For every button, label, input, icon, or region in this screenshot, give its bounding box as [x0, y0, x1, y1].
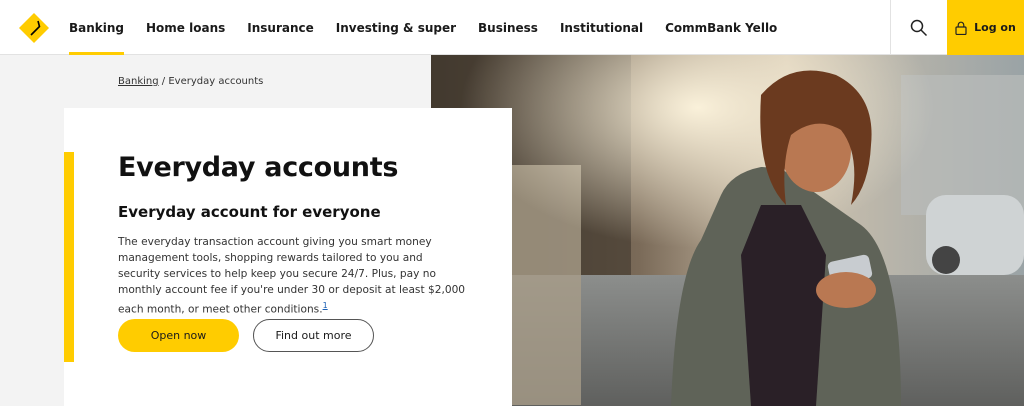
- open-now-button[interactable]: Open now: [118, 319, 239, 352]
- hero-description-text: The everyday transaction account giving …: [118, 236, 466, 316]
- nav-item-commbank-yello[interactable]: CommBank Yello: [654, 0, 788, 55]
- log-on-label: Log on: [974, 21, 1016, 34]
- accent-bar: [64, 152, 74, 362]
- nav-item-investing-super[interactable]: Investing & super: [325, 0, 467, 55]
- hero-card: Everyday accounts Everyday account for e…: [64, 108, 512, 406]
- site-header: Banking Home loans Insurance Investing &…: [0, 0, 1024, 55]
- nav-item-institutional[interactable]: Institutional: [549, 0, 654, 55]
- breadcrumb-banking-link[interactable]: Banking: [118, 76, 159, 87]
- find-out-more-button[interactable]: Find out more: [253, 319, 374, 352]
- page-title: Everyday accounts: [118, 152, 399, 183]
- hero-photo: [431, 55, 1024, 406]
- breadcrumb-separator: /: [158, 76, 169, 87]
- breadcrumb: Banking / Everyday accounts: [118, 76, 263, 87]
- main-nav: Banking Home loans Insurance Investing &…: [58, 0, 788, 55]
- nav-item-home-loans[interactable]: Home loans: [135, 0, 236, 55]
- footnote-link[interactable]: 1: [323, 301, 328, 310]
- nav-item-banking[interactable]: Banking: [58, 0, 135, 55]
- hero-subtitle: Everyday account for everyone: [118, 203, 381, 221]
- log-on-button[interactable]: Log on: [947, 0, 1024, 55]
- search-icon: [910, 19, 928, 36]
- nav-item-business[interactable]: Business: [467, 0, 549, 55]
- search-button[interactable]: [890, 0, 947, 55]
- lock-icon: [955, 21, 967, 35]
- breadcrumb-current: Everyday accounts: [168, 76, 264, 87]
- commbank-logo-icon[interactable]: [18, 12, 50, 44]
- hero-description: The everyday transaction account giving …: [118, 234, 468, 318]
- nav-item-insurance[interactable]: Insurance: [236, 0, 325, 55]
